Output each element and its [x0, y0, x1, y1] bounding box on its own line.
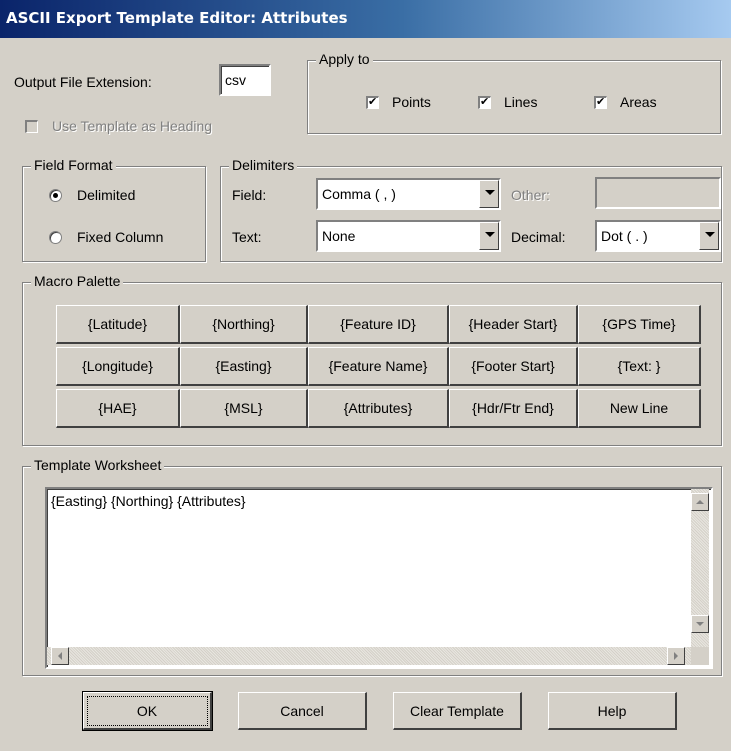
template-worksheet-group: Template Worksheet {Easting} {Northing} … — [22, 457, 722, 676]
macro-button-label: New Line — [609, 400, 669, 416]
apply-to-group: Apply to Points Lines Areas — [307, 51, 721, 134]
clear-template-label: Clear Template — [410, 702, 504, 719]
macro-button-label: {Text: } — [617, 358, 661, 374]
field-format-legend: Field Format — [31, 157, 116, 173]
help-label: Help — [597, 702, 627, 719]
macro-button[interactable]: {Footer Start} — [449, 347, 578, 386]
macro-button-label: {Hdr/Ftr End} — [472, 400, 554, 416]
macro-palette-legend: Macro Palette — [31, 273, 124, 289]
macro-button[interactable]: {Text: } — [578, 347, 701, 386]
ok-label: OK — [136, 702, 158, 719]
output-extension-input[interactable]: csv — [219, 64, 271, 96]
cancel-button[interactable]: Cancel — [238, 692, 367, 730]
scroll-down-icon[interactable] — [691, 615, 709, 633]
macro-button-label: {Longitude} — [82, 358, 153, 374]
macro-button-label: {Feature ID} — [340, 316, 416, 332]
decimal-dropdown[interactable]: Dot ( . ) — [595, 220, 721, 252]
lines-checkbox[interactable] — [478, 95, 491, 109]
text-delimiter-dropdown[interactable]: None — [316, 220, 501, 252]
dropdown-arrow-icon[interactable] — [479, 180, 499, 208]
macro-button-label: {Northing} — [212, 316, 275, 332]
macro-button-label: {Attributes} — [343, 400, 413, 416]
areas-checkbox[interactable] — [594, 95, 607, 109]
macro-button[interactable]: {Northing} — [180, 305, 308, 344]
areas-label: Areas — [620, 94, 657, 110]
text-delimiter-value: None — [322, 228, 356, 244]
macro-button-label: {Feature Name} — [328, 358, 428, 374]
field-format-group: Field Format Delimited Fixed Column — [22, 157, 206, 262]
macro-button[interactable]: {GPS Time} — [578, 305, 701, 344]
use-template-heading-label: Use Template as Heading — [52, 118, 213, 134]
scroll-left-icon[interactable] — [51, 647, 69, 665]
worksheet-content: {Easting} {Northing} {Attributes} — [51, 493, 246, 509]
points-label: Points — [392, 94, 431, 110]
macro-button[interactable]: {HAE} — [56, 389, 180, 428]
window-title: ASCII Export Template Editor: Attributes — [6, 9, 348, 27]
macro-button-label: {Header Start} — [468, 316, 558, 332]
field-delimiter-label: Field: — [232, 187, 267, 203]
ok-button[interactable]: OK — [83, 692, 212, 730]
lines-label: Lines — [504, 94, 538, 110]
macro-button[interactable]: {Hdr/Ftr End} — [449, 389, 578, 428]
field-delimiter-dropdown[interactable]: Comma ( , ) — [316, 178, 501, 210]
decimal-value: Dot ( . ) — [601, 228, 648, 244]
template-worksheet-textarea[interactable]: {Easting} {Northing} {Attributes} — [45, 487, 713, 669]
dropdown-arrow-icon[interactable] — [699, 222, 719, 250]
help-button[interactable]: Help — [548, 692, 677, 730]
macro-button-label: {Latitude} — [87, 316, 148, 332]
macro-button[interactable]: {Latitude} — [56, 305, 180, 344]
horizontal-scrollbar[interactable] — [47, 647, 691, 665]
decimal-label: Decimal: — [511, 229, 566, 245]
title-bar: ASCII Export Template Editor: Attributes — [0, 0, 731, 38]
apply-to-legend: Apply to — [316, 51, 373, 67]
scrollbar-corner — [691, 647, 709, 665]
scroll-up-icon[interactable] — [691, 493, 709, 511]
macro-button[interactable]: New Line — [578, 389, 701, 428]
fixed-column-radio[interactable] — [49, 231, 62, 244]
macro-button[interactable]: {Header Start} — [449, 305, 578, 344]
macro-button-label: {GPS Time} — [602, 316, 676, 332]
output-extension-value: csv — [225, 72, 246, 88]
macro-button[interactable]: {Longitude} — [56, 347, 180, 386]
other-input[interactable] — [595, 177, 721, 209]
delimited-radio[interactable] — [49, 189, 62, 202]
macro-button-label: {Footer Start} — [471, 358, 555, 374]
macro-palette-group: Macro Palette {Latitude} {Northing} {Featu… — [22, 273, 722, 446]
macro-button[interactable]: {Attributes} — [308, 389, 449, 428]
output-extension-label: Output File Extension: — [14, 74, 152, 90]
field-delimiter-value: Comma ( , ) — [322, 186, 396, 202]
delimiters-legend: Delimiters — [229, 157, 298, 173]
delimited-label: Delimited — [77, 187, 136, 203]
text-delimiter-label: Text: — [232, 229, 262, 245]
fixed-column-label: Fixed Column — [77, 229, 164, 245]
scroll-right-icon[interactable] — [667, 647, 685, 665]
macro-button-label: {Easting} — [215, 358, 272, 374]
vertical-scrollbar[interactable] — [691, 489, 709, 647]
points-checkbox[interactable] — [366, 95, 379, 109]
macro-button[interactable]: {Feature Name} — [308, 347, 449, 386]
dropdown-arrow-icon[interactable] — [479, 222, 499, 250]
macro-button-label: {HAE} — [98, 400, 137, 416]
macro-button[interactable]: {Easting} — [180, 347, 308, 386]
use-template-heading-checkbox[interactable] — [25, 120, 38, 133]
other-label: Other: — [511, 187, 550, 203]
clear-template-button[interactable]: Clear Template — [393, 692, 522, 730]
template-worksheet-legend: Template Worksheet — [31, 457, 165, 473]
cancel-label: Cancel — [280, 702, 324, 719]
macro-button[interactable]: {Feature ID} — [308, 305, 449, 344]
delimiters-group: Delimiters Field: Comma ( , ) Other: Tex… — [220, 157, 722, 262]
macro-button[interactable]: {MSL} — [180, 389, 308, 428]
macro-button-label: {MSL} — [224, 400, 263, 416]
